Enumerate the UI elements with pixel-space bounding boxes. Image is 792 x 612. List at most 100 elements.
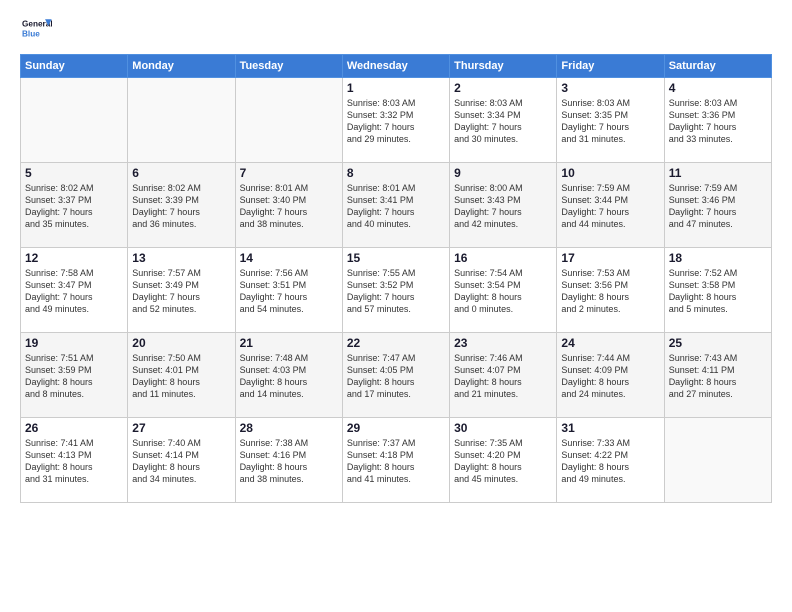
day-number: 30 xyxy=(454,421,552,435)
day-info: Sunrise: 7:51 AM Sunset: 3:59 PM Dayligh… xyxy=(25,352,123,401)
day-info: Sunrise: 8:03 AM Sunset: 3:36 PM Dayligh… xyxy=(669,97,767,146)
calendar-header-day: Friday xyxy=(557,55,664,78)
day-number: 21 xyxy=(240,336,338,350)
calendar-day-cell: 11 Sunrise: 7:59 AM Sunset: 3:46 PM Dayli… xyxy=(664,163,771,248)
calendar-day-cell: 29 Sunrise: 7:37 AM Sunset: 4:18 PM Dayli… xyxy=(342,418,449,503)
day-info: Sunrise: 7:55 AM Sunset: 3:52 PM Dayligh… xyxy=(347,267,445,316)
day-number: 23 xyxy=(454,336,552,350)
calendar-day-cell: 4 Sunrise: 8:03 AM Sunset: 3:36 PM Daylig… xyxy=(664,78,771,163)
day-number: 19 xyxy=(25,336,123,350)
calendar-day-cell: 10 Sunrise: 7:59 AM Sunset: 3:44 PM Dayli… xyxy=(557,163,664,248)
calendar-day-cell: 31Sunrise: 7:33 AM Sunset: 4:22 PM Dayli… xyxy=(557,418,664,503)
calendar-header-day: Thursday xyxy=(450,55,557,78)
calendar-week-row: 5 Sunrise: 8:02 AM Sunset: 3:37 PM Daylig… xyxy=(21,163,772,248)
calendar-day-cell: 12 Sunrise: 7:58 AM Sunset: 3:47 PM Dayli… xyxy=(21,248,128,333)
day-info: Sunrise: 7:44 AM Sunset: 4:09 PM Dayligh… xyxy=(561,352,659,401)
day-number: 10 xyxy=(561,166,659,180)
calendar-day-cell: 14 Sunrise: 7:56 AM Sunset: 3:51 PM Dayli… xyxy=(235,248,342,333)
day-info: Sunrise: 7:38 AM Sunset: 4:16 PM Dayligh… xyxy=(240,437,338,486)
calendar-day-cell: 26 Sunrise: 7:41 AM Sunset: 4:13 PM Dayli… xyxy=(21,418,128,503)
day-info: Sunrise: 7:33 AM Sunset: 4:22 PM Dayligh… xyxy=(561,437,659,486)
calendar-day-cell: 13 Sunrise: 7:57 AM Sunset: 3:49 PM Dayli… xyxy=(128,248,235,333)
day-number: 8 xyxy=(347,166,445,180)
day-info: Sunrise: 7:50 AM Sunset: 4:01 PM Dayligh… xyxy=(132,352,230,401)
header: General Blue xyxy=(20,16,772,44)
calendar-day-cell: 2Sunrise: 8:03 AM Sunset: 3:34 PM Daylig… xyxy=(450,78,557,163)
day-info: Sunrise: 7:53 AM Sunset: 3:56 PM Dayligh… xyxy=(561,267,659,316)
day-number: 29 xyxy=(347,421,445,435)
day-info: Sunrise: 7:46 AM Sunset: 4:07 PM Dayligh… xyxy=(454,352,552,401)
day-info: Sunrise: 8:03 AM Sunset: 3:34 PM Dayligh… xyxy=(454,97,552,146)
calendar-day-cell xyxy=(664,418,771,503)
calendar-day-cell: 22Sunrise: 7:47 AM Sunset: 4:05 PM Dayli… xyxy=(342,333,449,418)
calendar-day-cell xyxy=(235,78,342,163)
day-info: Sunrise: 7:59 AM Sunset: 3:44 PM Dayligh… xyxy=(561,182,659,231)
day-number: 17 xyxy=(561,251,659,265)
calendar-week-row: 26 Sunrise: 7:41 AM Sunset: 4:13 PM Dayli… xyxy=(21,418,772,503)
day-number: 12 xyxy=(25,251,123,265)
calendar-day-cell: 3 Sunrise: 8:03 AM Sunset: 3:35 PM Daylig… xyxy=(557,78,664,163)
calendar-header-day: Sunday xyxy=(21,55,128,78)
calendar-day-cell: 17 Sunrise: 7:53 AM Sunset: 3:56 PM Dayli… xyxy=(557,248,664,333)
calendar-table: SundayMondayTuesdayWednesdayThursdayFrid… xyxy=(20,54,772,503)
calendar-day-cell xyxy=(21,78,128,163)
calendar-day-cell: 15 Sunrise: 7:55 AM Sunset: 3:52 PM Dayli… xyxy=(342,248,449,333)
day-number: 15 xyxy=(347,251,445,265)
day-info: Sunrise: 7:56 AM Sunset: 3:51 PM Dayligh… xyxy=(240,267,338,316)
calendar-day-cell: 18 Sunrise: 7:52 AM Sunset: 3:58 PM Dayli… xyxy=(664,248,771,333)
day-info: Sunrise: 7:59 AM Sunset: 3:46 PM Dayligh… xyxy=(669,182,767,231)
day-number: 18 xyxy=(669,251,767,265)
day-number: 20 xyxy=(132,336,230,350)
day-number: 11 xyxy=(669,166,767,180)
day-number: 5 xyxy=(25,166,123,180)
day-number: 28 xyxy=(240,421,338,435)
day-number: 25 xyxy=(669,336,767,350)
calendar-day-cell: 30 Sunrise: 7:35 AM Sunset: 4:20 PM Dayli… xyxy=(450,418,557,503)
calendar-week-row: 1 Sunrise: 8:03 AM Sunset: 3:32 PM Daylig… xyxy=(21,78,772,163)
day-info: Sunrise: 7:35 AM Sunset: 4:20 PM Dayligh… xyxy=(454,437,552,486)
day-info: Sunrise: 7:58 AM Sunset: 3:47 PM Dayligh… xyxy=(25,267,123,316)
calendar-header-day: Tuesday xyxy=(235,55,342,78)
calendar-day-cell: 24 Sunrise: 7:44 AM Sunset: 4:09 PM Dayli… xyxy=(557,333,664,418)
calendar-day-cell: 6 Sunrise: 8:02 AM Sunset: 3:39 PM Daylig… xyxy=(128,163,235,248)
calendar-day-cell: 27 Sunrise: 7:40 AM Sunset: 4:14 PM Dayli… xyxy=(128,418,235,503)
calendar-day-cell: 7Sunrise: 8:01 AM Sunset: 3:40 PM Daylig… xyxy=(235,163,342,248)
day-info: Sunrise: 7:47 AM Sunset: 4:05 PM Dayligh… xyxy=(347,352,445,401)
calendar-day-cell xyxy=(128,78,235,163)
day-number: 16 xyxy=(454,251,552,265)
day-info: Sunrise: 7:52 AM Sunset: 3:58 PM Dayligh… xyxy=(669,267,767,316)
calendar-day-cell: 28 Sunrise: 7:38 AM Sunset: 4:16 PM Dayli… xyxy=(235,418,342,503)
day-number: 1 xyxy=(347,81,445,95)
day-number: 24 xyxy=(561,336,659,350)
day-info: Sunrise: 7:37 AM Sunset: 4:18 PM Dayligh… xyxy=(347,437,445,486)
day-number: 27 xyxy=(132,421,230,435)
calendar-day-cell: 20 Sunrise: 7:50 AM Sunset: 4:01 PM Dayli… xyxy=(128,333,235,418)
day-number: 3 xyxy=(561,81,659,95)
day-number: 6 xyxy=(132,166,230,180)
svg-text:Blue: Blue xyxy=(22,30,40,39)
day-info: Sunrise: 8:03 AM Sunset: 3:35 PM Dayligh… xyxy=(561,97,659,146)
day-info: Sunrise: 7:40 AM Sunset: 4:14 PM Dayligh… xyxy=(132,437,230,486)
page: General Blue SundayMondayTuesdayWednesda… xyxy=(0,0,792,612)
day-number: 26 xyxy=(25,421,123,435)
day-info: Sunrise: 7:54 AM Sunset: 3:54 PM Dayligh… xyxy=(454,267,552,316)
day-info: Sunrise: 7:43 AM Sunset: 4:11 PM Dayligh… xyxy=(669,352,767,401)
day-info: Sunrise: 8:00 AM Sunset: 3:43 PM Dayligh… xyxy=(454,182,552,231)
day-info: Sunrise: 8:01 AM Sunset: 3:40 PM Dayligh… xyxy=(240,182,338,231)
day-info: Sunrise: 7:41 AM Sunset: 4:13 PM Dayligh… xyxy=(25,437,123,486)
day-info: Sunrise: 7:48 AM Sunset: 4:03 PM Dayligh… xyxy=(240,352,338,401)
day-info: Sunrise: 8:02 AM Sunset: 3:37 PM Dayligh… xyxy=(25,182,123,231)
calendar-header-day: Saturday xyxy=(664,55,771,78)
day-number: 4 xyxy=(669,81,767,95)
calendar-day-cell: 8Sunrise: 8:01 AM Sunset: 3:41 PM Daylig… xyxy=(342,163,449,248)
calendar-day-cell: 25 Sunrise: 7:43 AM Sunset: 4:11 PM Dayli… xyxy=(664,333,771,418)
day-info: Sunrise: 8:03 AM Sunset: 3:32 PM Dayligh… xyxy=(347,97,445,146)
day-number: 13 xyxy=(132,251,230,265)
day-info: Sunrise: 7:57 AM Sunset: 3:49 PM Dayligh… xyxy=(132,267,230,316)
calendar-day-cell: 19 Sunrise: 7:51 AM Sunset: 3:59 PM Dayli… xyxy=(21,333,128,418)
logo-icon: General Blue xyxy=(20,16,52,44)
day-number: 14 xyxy=(240,251,338,265)
day-info: Sunrise: 8:02 AM Sunset: 3:39 PM Dayligh… xyxy=(132,182,230,231)
calendar-day-cell: 23 Sunrise: 7:46 AM Sunset: 4:07 PM Dayli… xyxy=(450,333,557,418)
calendar-day-cell: 16 Sunrise: 7:54 AM Sunset: 3:54 PM Dayli… xyxy=(450,248,557,333)
